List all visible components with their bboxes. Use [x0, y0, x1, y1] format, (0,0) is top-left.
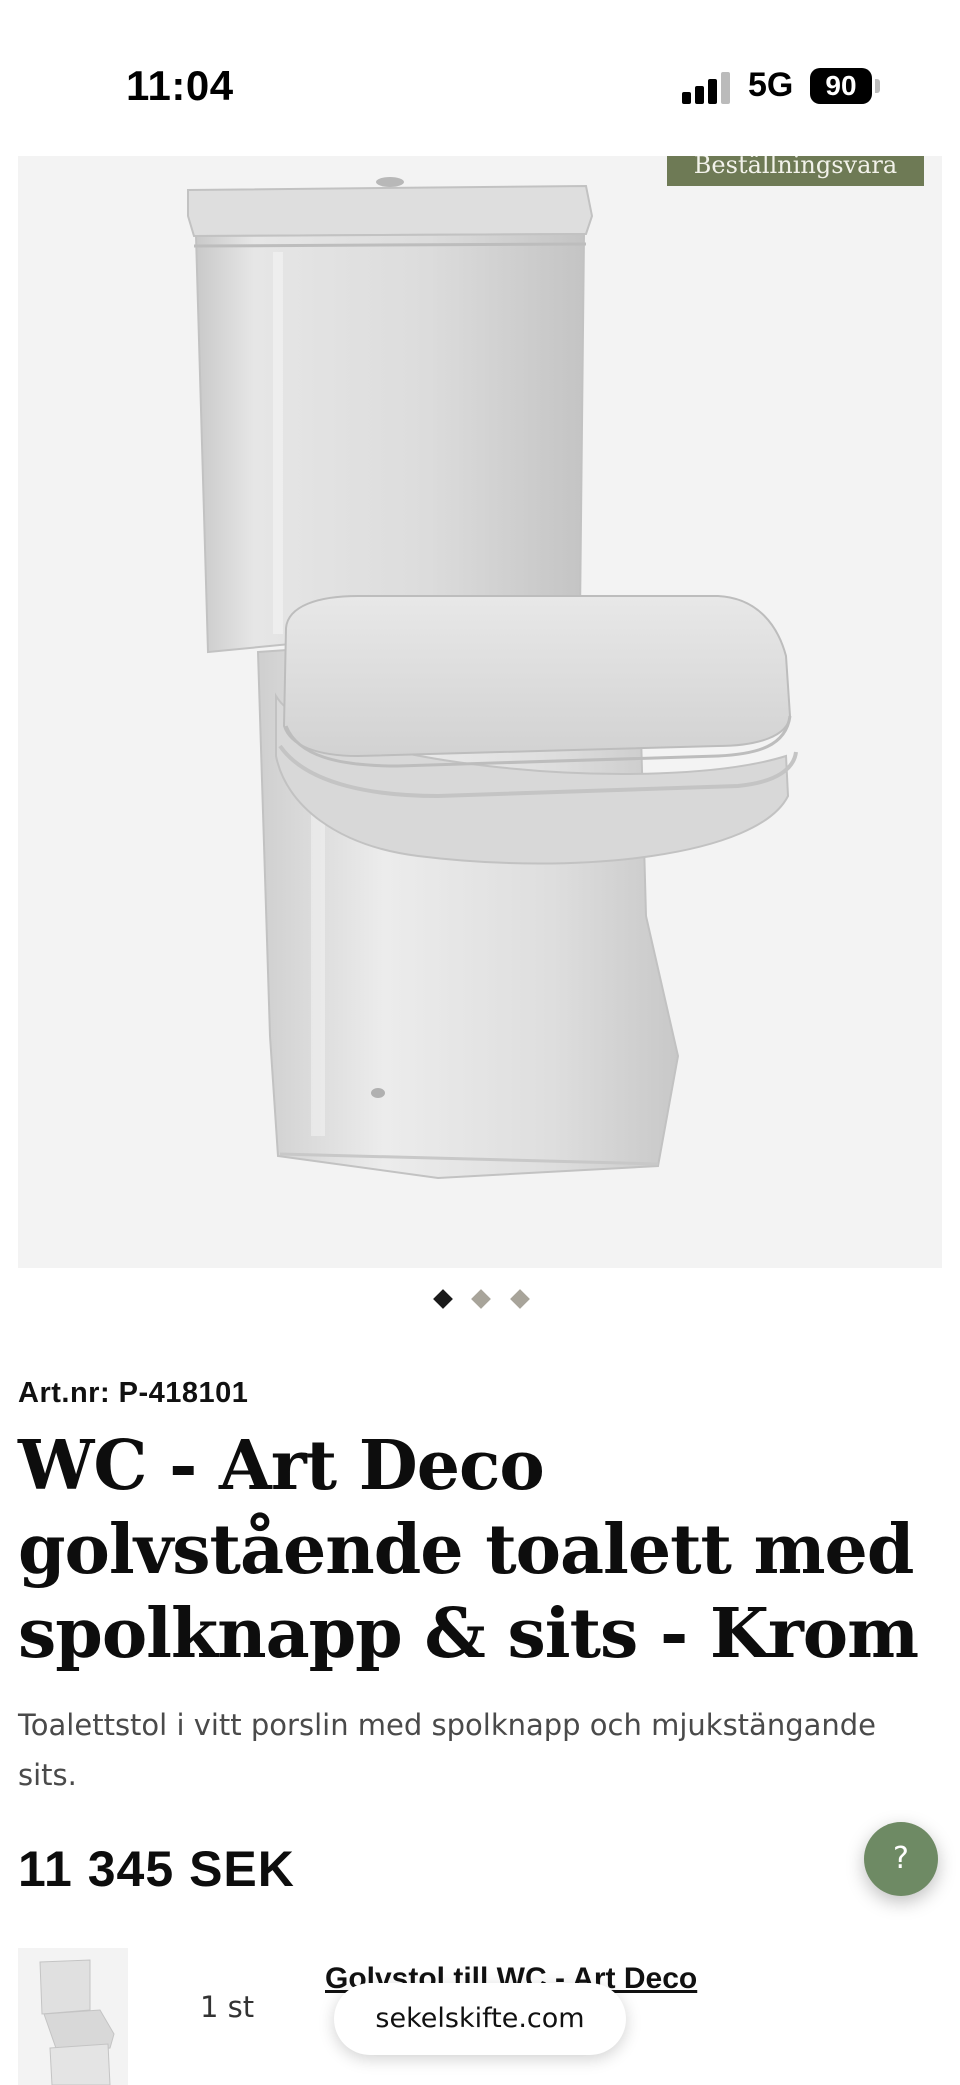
- battery-tip: [875, 79, 880, 93]
- carousel-dot-1[interactable]: [433, 1289, 453, 1309]
- network-type: 5G: [748, 66, 794, 104]
- carousel-dot-3[interactable]: [510, 1289, 530, 1309]
- product-image-gallery[interactable]: Beställningsvara: [18, 156, 942, 1268]
- carousel-dot-2[interactable]: [471, 1289, 491, 1309]
- bundle-item-thumbnail[interactable]: [18, 1948, 128, 2085]
- help-button[interactable]: ?: [864, 1822, 938, 1896]
- order-item-badge: Beställningsvara: [667, 156, 924, 186]
- signal-icon: [682, 72, 732, 104]
- browser-address-bar[interactable]: sekelskifte.com: [334, 1983, 626, 2055]
- bundle-quantity: 1 st: [200, 1990, 255, 2024]
- product-title: WC - Art Deco golvstående toalett med sp…: [18, 1426, 919, 1674]
- status-bar: 11:04 5G 90: [0, 0, 960, 156]
- toilet-thumbnail-icon: [39, 1959, 115, 2085]
- status-time: 11:04: [126, 62, 234, 109]
- product-description: Toalettstol i vitt porslin med spolknapp…: [18, 1708, 877, 1792]
- toilet-product-image: [187, 177, 798, 1180]
- product-price: 11 345 SEK: [18, 1841, 295, 1897]
- battery-icon: 90: [810, 68, 872, 104]
- article-number: Art.nr: P-418101: [18, 1377, 249, 1409]
- carousel-indicator[interactable]: [0, 1289, 960, 1316]
